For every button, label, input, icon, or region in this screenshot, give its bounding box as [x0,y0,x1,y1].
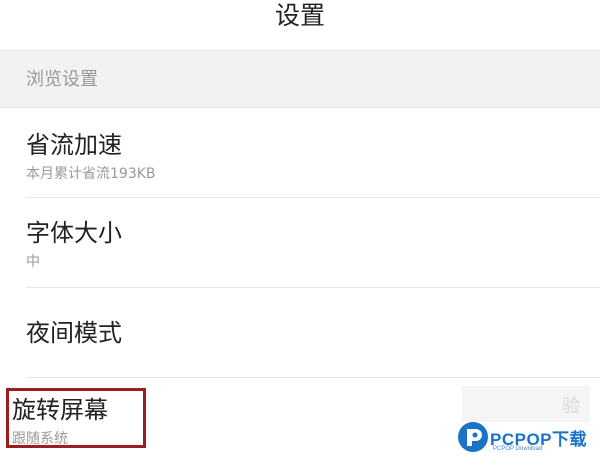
page-title: 设置 [274,1,325,30]
section-header-browse: 浏览设置 [0,50,600,108]
watermark: PCPOP下载 PCPOP Download [456,412,600,461]
settings-item-subtitle: 中 [26,254,40,270]
highlight-box [6,388,146,448]
watermark-subtext: PCPOP Download [493,446,543,452]
pcpop-logo-icon [458,422,488,452]
settings-item-title: 省流加速 [26,131,122,159]
settings-item-title: 字体大小 [26,219,122,247]
settings-item-save-data[interactable]: 省流加速 本月累计省流193KB [0,108,600,198]
top-bar: 设置 [0,0,600,50]
settings-item-font-size[interactable]: 字体大小 中 [0,198,600,288]
settings-item-title: 夜间模式 [26,319,122,347]
settings-item-night-mode[interactable]: 夜间模式 [0,288,600,378]
section-title: 浏览设置 [26,69,98,90]
settings-item-subtitle: 本月累计省流193KB [26,166,156,182]
